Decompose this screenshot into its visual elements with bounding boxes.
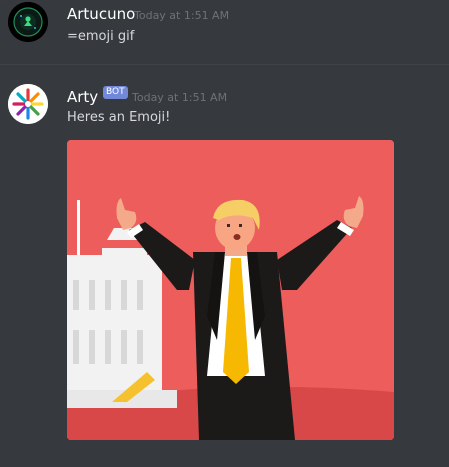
avatar[interactable] bbox=[8, 2, 48, 42]
message-timestamp: Today at 1:51 AM bbox=[134, 9, 230, 22]
thumbs-up-man-gif-icon bbox=[67, 140, 394, 440]
author-name[interactable]: Artucuno bbox=[67, 5, 135, 23]
avatar[interactable] bbox=[8, 84, 48, 124]
message-content: Heres an Emoji! bbox=[67, 110, 171, 125]
dark-circle-logo-icon bbox=[8, 2, 48, 42]
message-timestamp: Today at 1:51 AM bbox=[132, 91, 228, 104]
message-content: =emoji gif bbox=[67, 29, 135, 44]
gif-attachment[interactable] bbox=[67, 140, 394, 440]
author-name[interactable]: Arty bbox=[67, 88, 98, 106]
bot-badge: BOT bbox=[103, 86, 128, 99]
message-group: Arty BOT Today at 1:51 AM Heres an Emoji… bbox=[0, 65, 449, 467]
colorful-arrows-logo-icon bbox=[8, 84, 48, 124]
message-group: Artucuno Today at 1:51 AM =emoji gif bbox=[0, 0, 449, 64]
